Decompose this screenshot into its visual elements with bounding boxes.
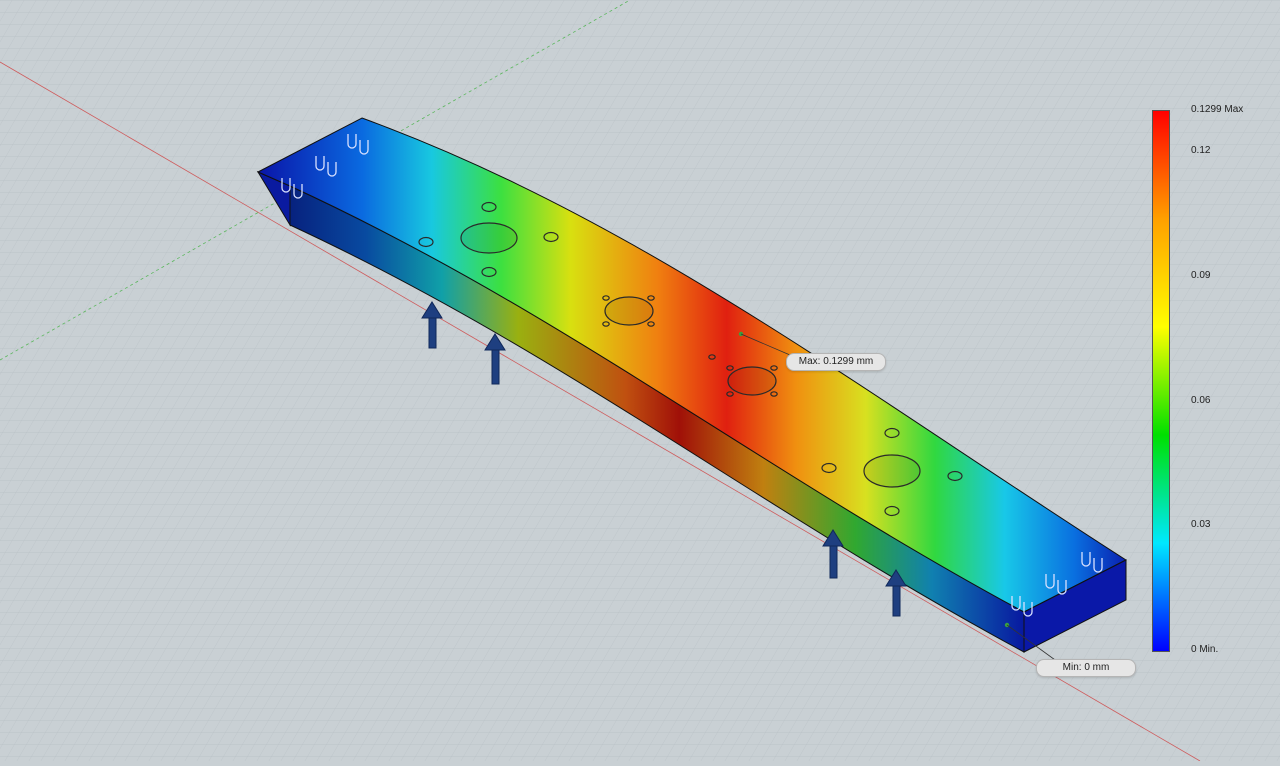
medium-hole [604, 296, 654, 326]
large-hole [460, 222, 518, 254]
legend-tick-label: 0.03 [1191, 519, 1211, 531]
medium-hole [727, 366, 777, 396]
color-legend[interactable]: 0.1299 Max 0.12 0.09 0.06 0.03 0 Min. [1150, 104, 1270, 655]
simulation-viewport[interactable]: Max: 0.1299 mm Min: 0 mm [0, 0, 1280, 762]
legend-tick-label: 0.12 [1191, 145, 1211, 157]
3d-scene[interactable] [0, 0, 1280, 762]
min-probe-label[interactable]: Min: 0 mm [1036, 659, 1136, 677]
max-probe-label[interactable]: Max: 0.1299 mm [786, 353, 886, 371]
legend-tick-label: 0.09 [1191, 269, 1211, 281]
legend-tick-label: 0.1299 Max [1191, 104, 1244, 115]
legend-color-bar [1152, 110, 1170, 652]
large-hole [863, 454, 921, 488]
legend-tick-label: 0.06 [1191, 394, 1211, 406]
legend-tick-label: 0 Min. [1191, 644, 1219, 655]
